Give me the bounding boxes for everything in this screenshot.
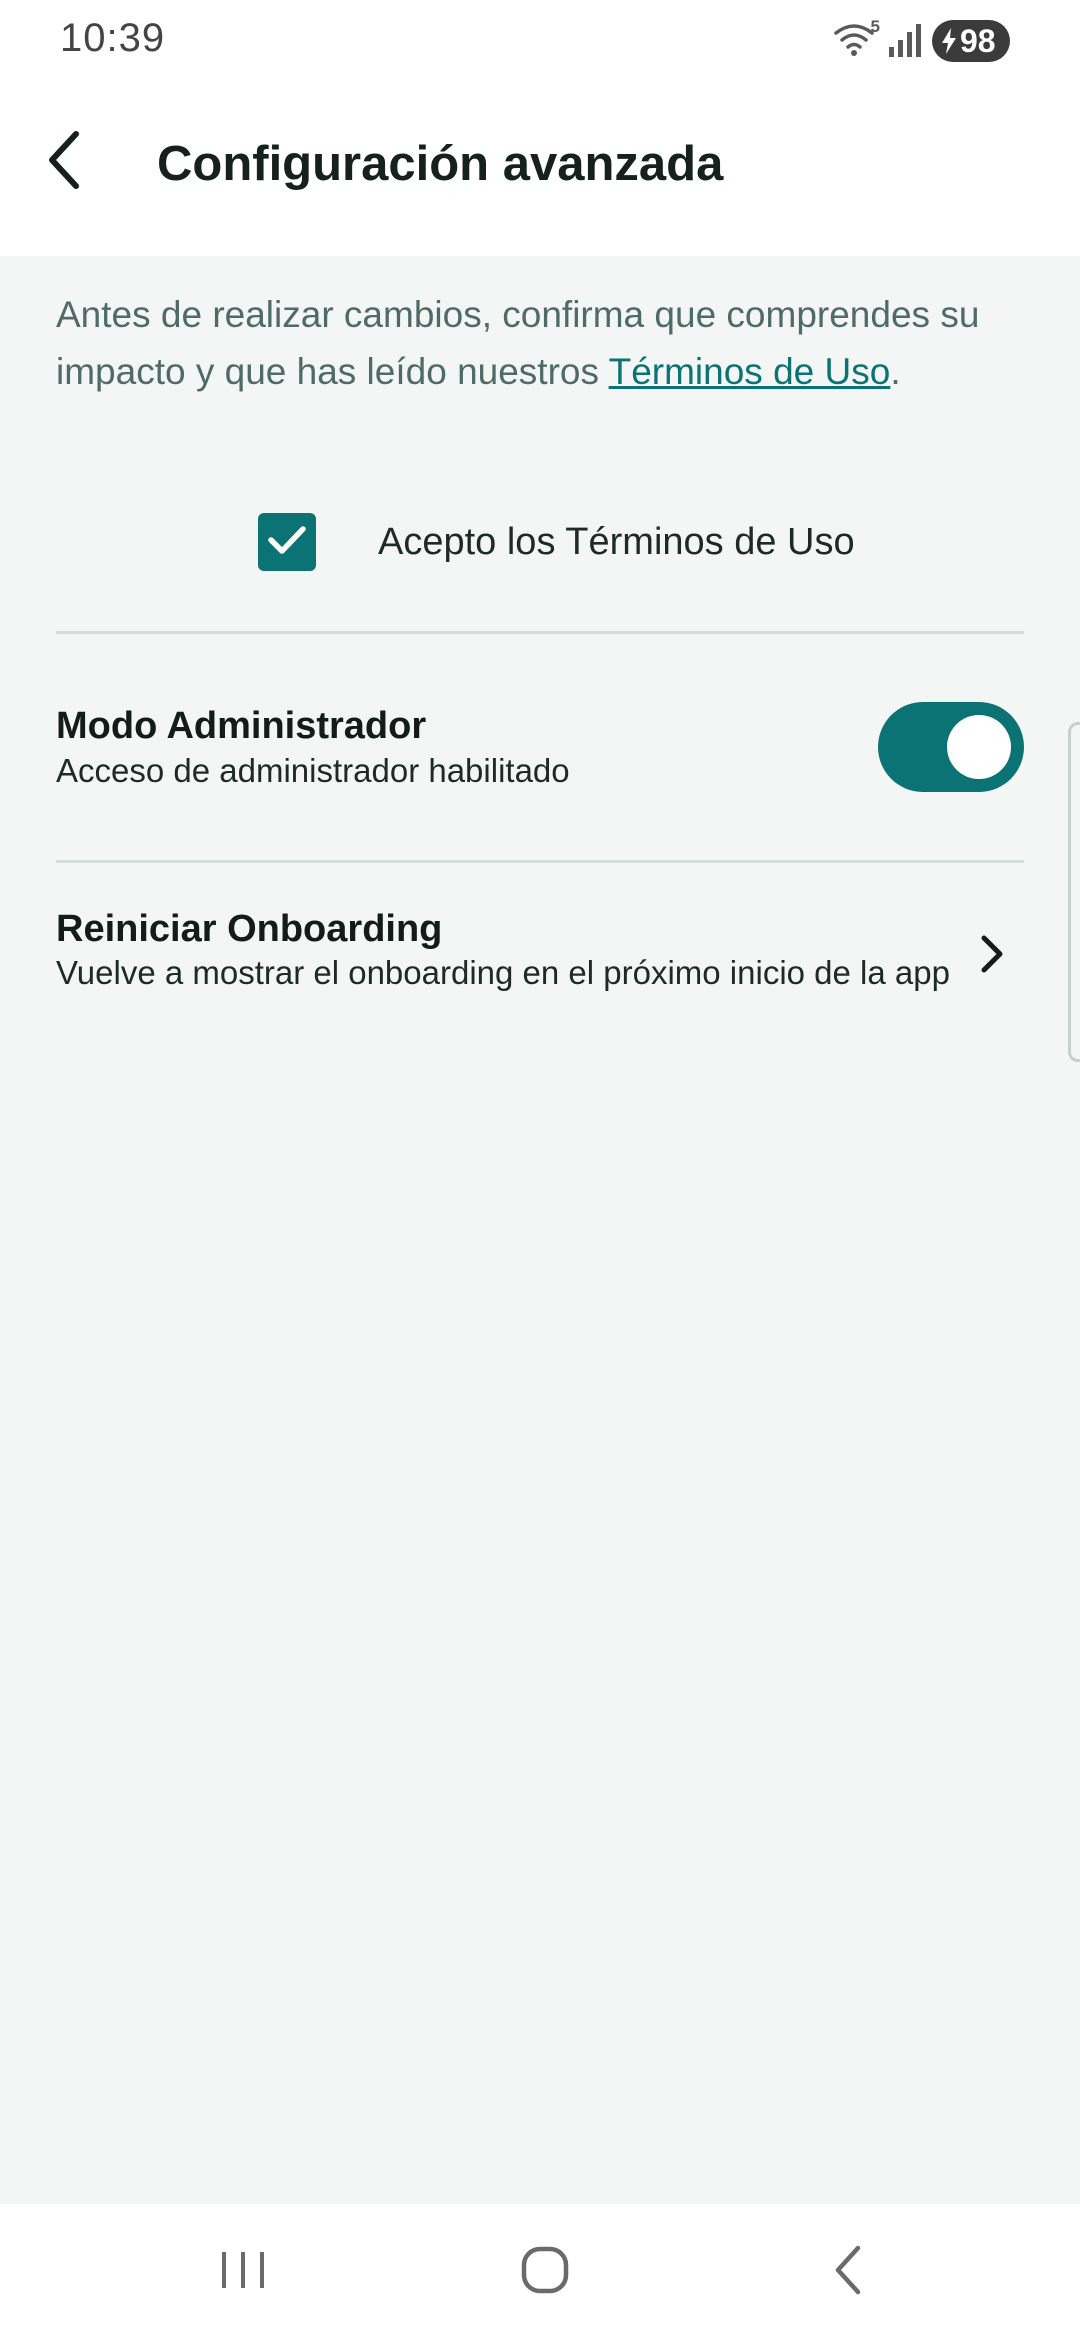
divider [56, 631, 1024, 634]
page-title: Configuración avanzada [157, 137, 724, 191]
accept-terms-checkbox[interactable] [258, 513, 316, 571]
home-icon [520, 2245, 570, 2300]
accept-terms-label: Acepto los Términos de Uso [378, 520, 855, 563]
reset-onboarding-row[interactable]: Reiniciar Onboarding Vuelve a mostrar el… [0, 862, 1080, 1022]
battery-level: 98 [960, 22, 996, 59]
wifi-band-label: 5 [870, 17, 880, 36]
terms-intro: Antes de realizar cambios, confirma que … [56, 286, 1026, 400]
status-icons: 5 98 [834, 17, 1010, 62]
back-nav-button[interactable] [800, 2232, 896, 2312]
admin-mode-subtitle: Acceso de administrador habilitado [56, 752, 570, 789]
home-button[interactable] [497, 2232, 593, 2312]
app-bar: Configuración avanzada [0, 84, 1080, 256]
back-button[interactable] [26, 124, 102, 200]
recent-apps-button[interactable] [195, 2232, 291, 2312]
chevron-right-icon [972, 924, 1012, 984]
accept-terms-row[interactable]: Acepto los Términos de Uso [258, 512, 855, 572]
wifi-icon: 5 [834, 17, 880, 61]
battery-indicator: 98 [932, 20, 1010, 62]
reset-onboarding-subtitle: Vuelve a mostrar el onboarding en el pró… [56, 954, 950, 991]
toggle-knob [947, 715, 1011, 779]
checkmark-icon [267, 524, 307, 561]
status-time: 10:39 [60, 16, 166, 60]
edge-panel-handle[interactable] [1068, 722, 1080, 1062]
status-bar: 10:39 5 98 [0, 0, 1080, 84]
recent-apps-icon [218, 2248, 268, 2297]
system-navigation-bar [0, 2204, 1080, 2340]
settings-content: Antes de realizar cambios, confirma que … [0, 256, 1080, 2204]
reset-onboarding-title: Reiniciar Onboarding [56, 908, 443, 950]
chevron-left-icon [44, 130, 84, 195]
terms-link[interactable]: Términos de Uso [609, 351, 891, 392]
charging-bolt-icon [940, 27, 958, 55]
admin-mode-title: Modo Administrador [56, 705, 427, 747]
signal-icon [888, 23, 922, 59]
terms-intro-period: . [890, 351, 901, 392]
back-icon [830, 2244, 866, 2301]
admin-mode-toggle[interactable] [878, 702, 1024, 792]
